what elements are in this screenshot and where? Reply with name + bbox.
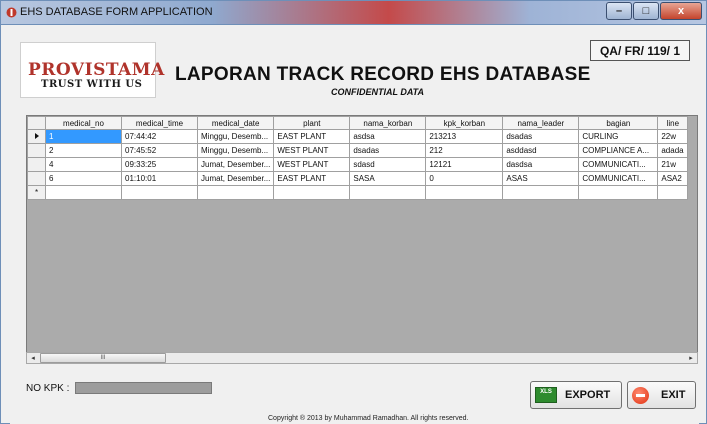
table-cell[interactable]: COMMUNICATI...: [578, 171, 659, 186]
column-header[interactable]: medical_time: [121, 116, 198, 130]
table-cell[interactable]: 22w: [657, 129, 689, 144]
table-cell[interactable]: [196, 185, 275, 200]
table-cell[interactable]: [425, 185, 504, 200]
column-header[interactable]: nama_korban: [349, 116, 427, 130]
records-data-grid[interactable]: medical_no medical_time medical_date pla…: [26, 115, 698, 364]
table-cell[interactable]: Jumat, Desember...: [196, 157, 275, 172]
table-cell[interactable]: 0: [425, 171, 504, 186]
table-cell[interactable]: 4: [45, 157, 122, 172]
current-row-arrow-icon: [34, 133, 39, 139]
horizontal-scrollbar[interactable]: ◂ III ▸: [26, 352, 698, 364]
table-cell[interactable]: Minggu, Desemb...: [196, 129, 275, 144]
table-cell[interactable]: sdasd: [349, 157, 427, 172]
export-button[interactable]: XLS EXPORT: [530, 381, 622, 409]
copyright-text: Copyright ® 2013 by Muhammad Ramadhan. A…: [268, 415, 469, 422]
xls-icon: XLS: [535, 387, 557, 403]
column-header[interactable]: nama_leader: [502, 116, 580, 130]
table-cell[interactable]: 1: [45, 129, 122, 144]
table-cell[interactable]: [578, 185, 659, 200]
company-logo: PROVISTAMA TRUST WITH US: [20, 42, 164, 98]
window-controls: – □ x: [606, 2, 702, 20]
table-cell[interactable]: WEST PLANT: [273, 157, 351, 172]
table-cell[interactable]: 2: [45, 143, 122, 158]
document-code: QA/ FR/ 119/ 1: [590, 40, 690, 61]
row-header[interactable]: [27, 143, 46, 158]
exit-icon: [632, 386, 649, 404]
table-cell[interactable]: Minggu, Desemb...: [196, 143, 275, 158]
table-row[interactable]: 4 09:33:25 Jumat, Desember... WEST PLANT…: [27, 157, 689, 172]
column-header[interactable]: plant: [273, 116, 351, 130]
table-cell[interactable]: [657, 185, 689, 200]
table-row[interactable]: 2 07:45:52 Minggu, Desemb... WEST PLANT …: [27, 143, 689, 158]
title-bar[interactable]: EHS DATABASE FORM APPLICATION – □ x: [1, 1, 706, 25]
nokpk-label: NO KPK :: [26, 383, 70, 394]
row-header[interactable]: [27, 157, 46, 172]
column-header[interactable]: kpk_korban: [425, 116, 504, 130]
table-cell[interactable]: [273, 185, 351, 200]
current-row-indicator[interactable]: [27, 129, 46, 144]
table-cell[interactable]: 07:44:42: [121, 129, 198, 144]
table-cell[interactable]: [121, 185, 198, 200]
column-header[interactable]: medical_date: [196, 116, 275, 130]
table-cell[interactable]: dasdsa: [502, 157, 580, 172]
table-cell[interactable]: Jumat, Desember...: [196, 171, 275, 186]
logo-main-text: PROVISTAMA: [28, 60, 165, 80]
new-row[interactable]: *: [27, 185, 689, 200]
table-cell[interactable]: SASA: [349, 171, 427, 186]
table-cell[interactable]: CURLING: [578, 129, 659, 144]
table-cell[interactable]: 213213: [425, 129, 504, 144]
table-cell[interactable]: 09:33:25: [121, 157, 198, 172]
table-cell[interactable]: [45, 185, 122, 200]
table-cell[interactable]: WEST PLANT: [273, 143, 351, 158]
column-header[interactable]: line: [657, 116, 689, 130]
table-cell[interactable]: ASAS: [502, 171, 580, 186]
new-row-marker: *: [27, 185, 46, 200]
export-button-label: EXPORT: [565, 389, 611, 401]
report-subtitle: CONFIDENTIAL DATA: [331, 87, 424, 97]
scroll-thumb[interactable]: III: [40, 353, 166, 363]
table-cell[interactable]: EAST PLANT: [273, 129, 351, 144]
table-row[interactable]: 6 01:10:01 Jumat, Desember... EAST PLANT…: [27, 171, 689, 186]
column-header[interactable]: medical_no: [45, 116, 122, 130]
window-title: EHS DATABASE FORM APPLICATION: [20, 6, 213, 18]
minimize-button[interactable]: –: [606, 2, 632, 20]
logo-tagline: TRUST WITH US: [41, 79, 143, 90]
maximize-button[interactable]: □: [633, 2, 659, 20]
scroll-right-icon[interactable]: ▸: [685, 353, 697, 363]
close-button[interactable]: x: [660, 2, 702, 20]
table-cell[interactable]: COMMUNICATI...: [578, 157, 659, 172]
table-cell[interactable]: 12121: [425, 157, 504, 172]
row-header[interactable]: [27, 171, 46, 186]
exit-button[interactable]: EXIT: [627, 381, 696, 409]
report-title: LAPORAN TRACK RECORD EHS DATABASE: [175, 64, 591, 85]
table-cell[interactable]: 212: [425, 143, 504, 158]
exit-button-label: EXIT: [661, 389, 686, 401]
table-cell[interactable]: ASA2: [657, 171, 689, 186]
table-cell[interactable]: 21w: [657, 157, 689, 172]
table-cell[interactable]: [502, 185, 580, 200]
table-cell[interactable]: 01:10:01: [121, 171, 198, 186]
table-cell[interactable]: EAST PLANT: [273, 171, 351, 186]
application-window: EHS DATABASE FORM APPLICATION – □ x PROV…: [0, 0, 707, 424]
table-cell[interactable]: 6: [45, 171, 122, 186]
app-icon: [6, 7, 17, 18]
records-table: medical_no medical_time medical_date pla…: [27, 116, 689, 200]
form-client-area: PROVISTAMA TRUST WITH US QA/ FR/ 119/ 1 …: [10, 26, 699, 424]
row-header-corner: [27, 116, 46, 130]
header-row: medical_no medical_time medical_date pla…: [27, 116, 689, 130]
scroll-left-icon[interactable]: ◂: [27, 353, 39, 363]
table-cell[interactable]: asdsa: [349, 129, 427, 144]
table-cell[interactable]: adada: [657, 143, 689, 158]
table-cell[interactable]: dsadas: [502, 129, 580, 144]
table-cell[interactable]: 07:45:52: [121, 143, 198, 158]
table-row[interactable]: 1 07:44:42 Minggu, Desemb... EAST PLANT …: [27, 129, 689, 144]
table-cell[interactable]: [349, 185, 427, 200]
nokpk-input[interactable]: [75, 382, 212, 394]
table-cell[interactable]: COMPLIANCE A...: [578, 143, 659, 158]
table-cell[interactable]: dsadas: [349, 143, 427, 158]
column-header[interactable]: bagian: [578, 116, 659, 130]
table-cell[interactable]: asddasd: [502, 143, 580, 158]
